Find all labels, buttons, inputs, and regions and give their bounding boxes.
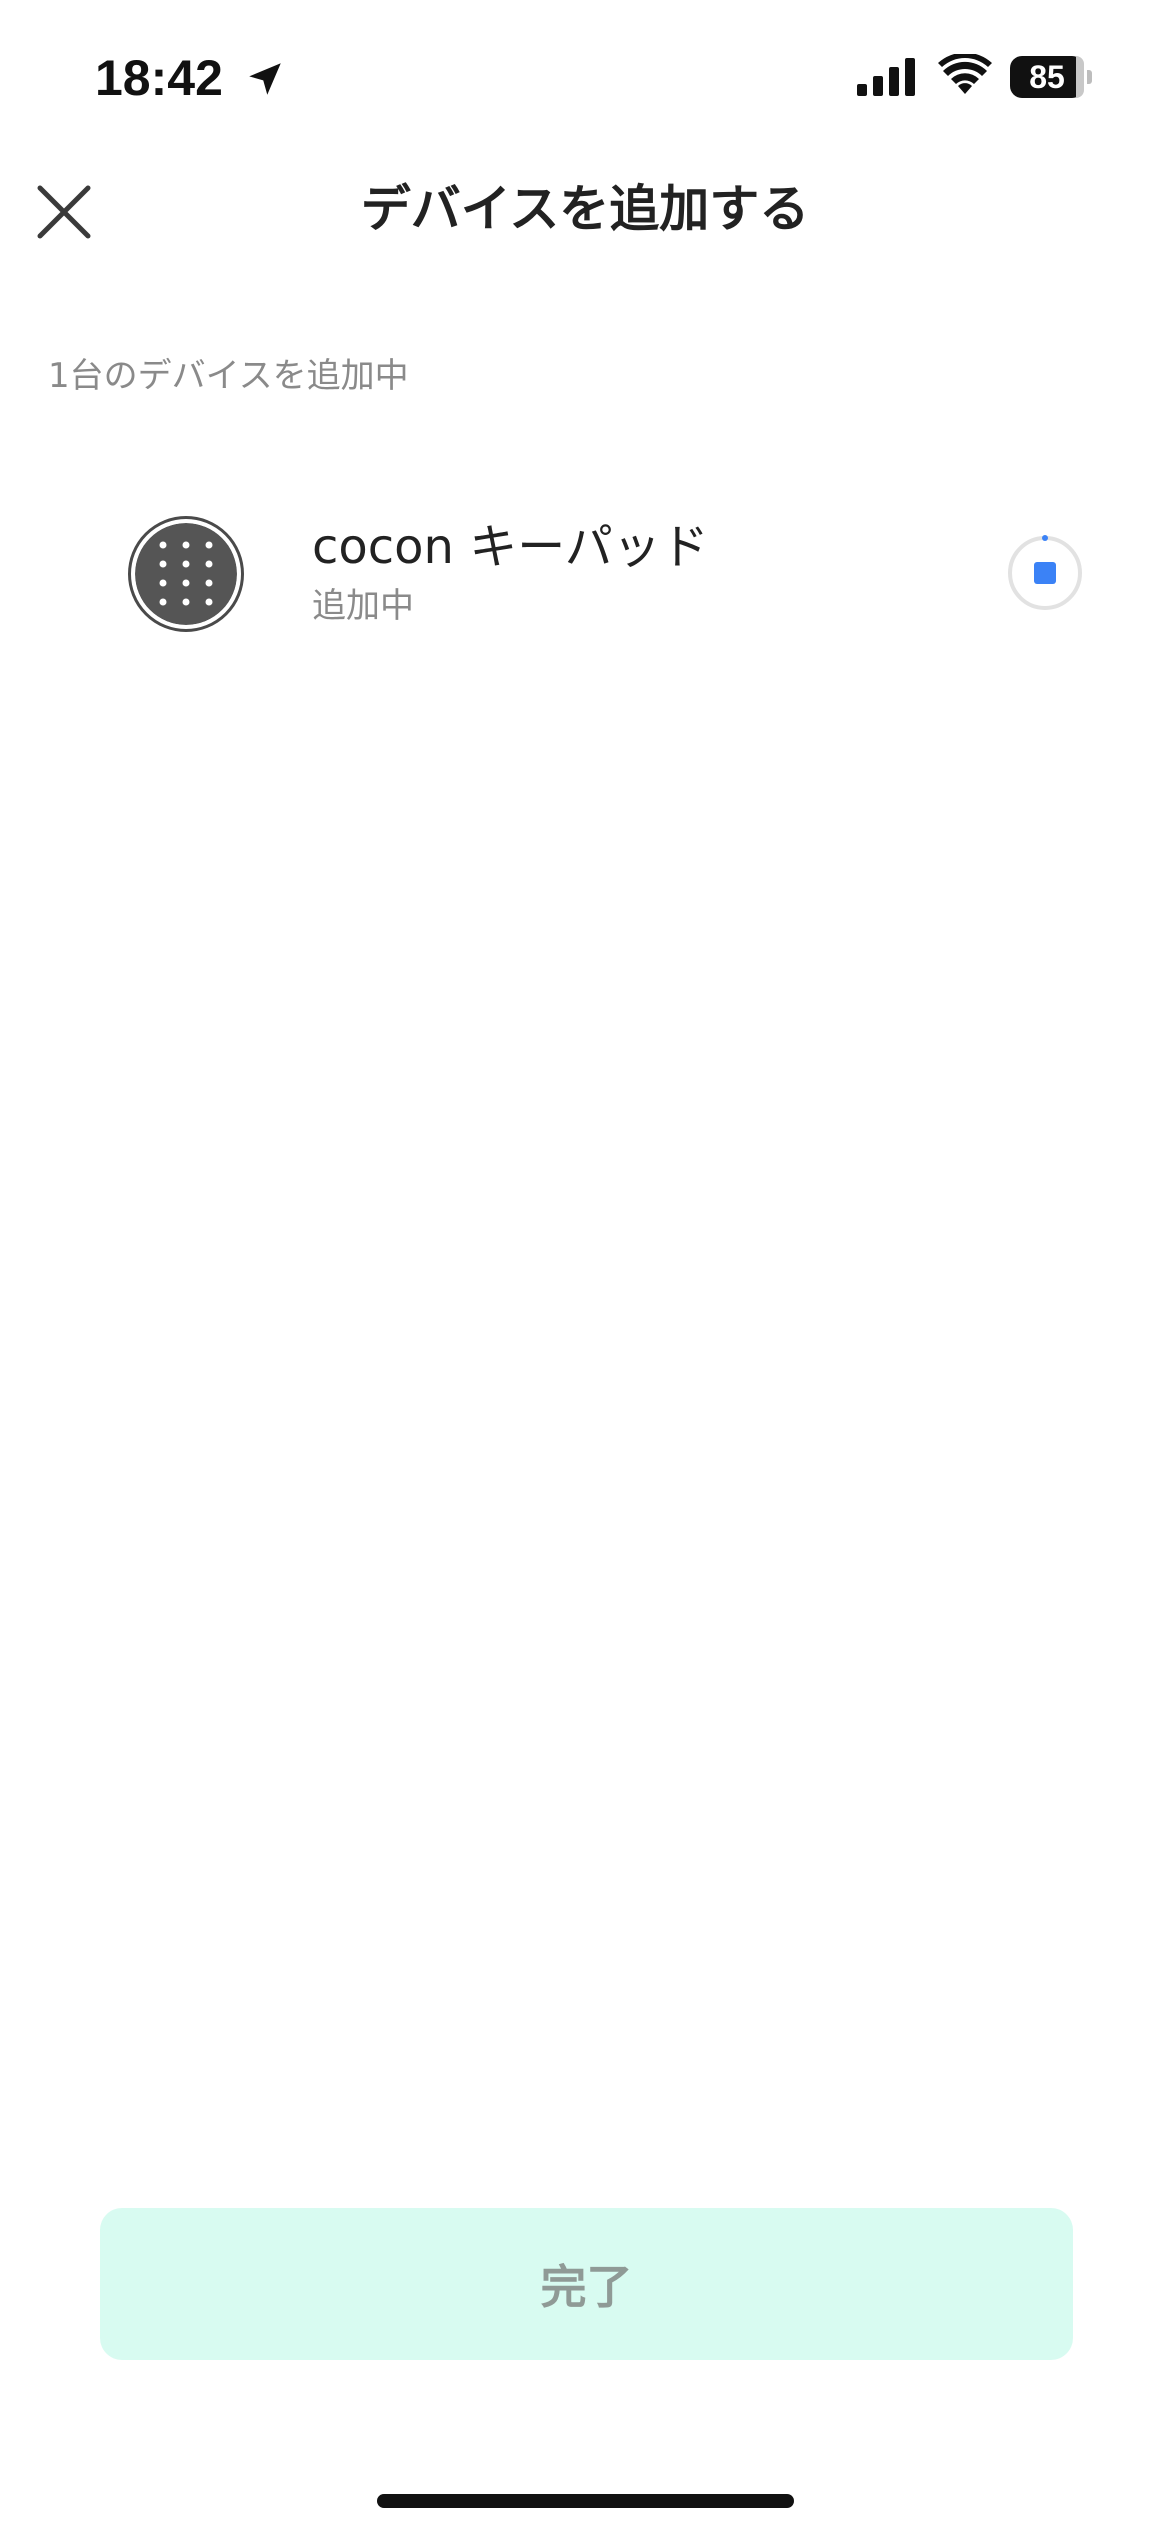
progress-indicator (1042, 535, 1048, 541)
location-arrow-icon (249, 63, 281, 95)
cellular-signal-icon (857, 58, 915, 96)
stop-icon (1034, 562, 1056, 584)
done-button[interactable]: 完了 (100, 2208, 1073, 2360)
section-label: 1台のデバイスを追加中 (48, 356, 409, 396)
device-status: 追加中 (312, 586, 414, 626)
add-device-screen: 18:42 85 デバイスを追加する 1台のデバイスを追加中 cocon キーパ… (0, 0, 1170, 2532)
status-time: 18:42 (95, 50, 223, 106)
home-indicator[interactable] (377, 2494, 794, 2508)
close-button[interactable] (26, 174, 102, 250)
battery-icon: 85 (1010, 56, 1094, 98)
battery-body: 85 (1010, 56, 1084, 98)
device-avatar (128, 516, 244, 632)
close-icon (37, 185, 91, 239)
device-list-item: cocon キーパッド 追加中 (0, 490, 1170, 660)
wifi-icon (938, 54, 992, 94)
keypad-icon (135, 523, 237, 625)
device-name: cocon キーパッド (312, 519, 709, 575)
battery-cap (1087, 70, 1092, 84)
status-bar: 18:42 85 (0, 0, 1170, 150)
nav-header: デバイスを追加する (0, 150, 1170, 270)
page-title: デバイスを追加する (360, 180, 810, 238)
battery-level: 85 (1029, 59, 1065, 95)
stop-progress-button[interactable] (1006, 534, 1084, 612)
